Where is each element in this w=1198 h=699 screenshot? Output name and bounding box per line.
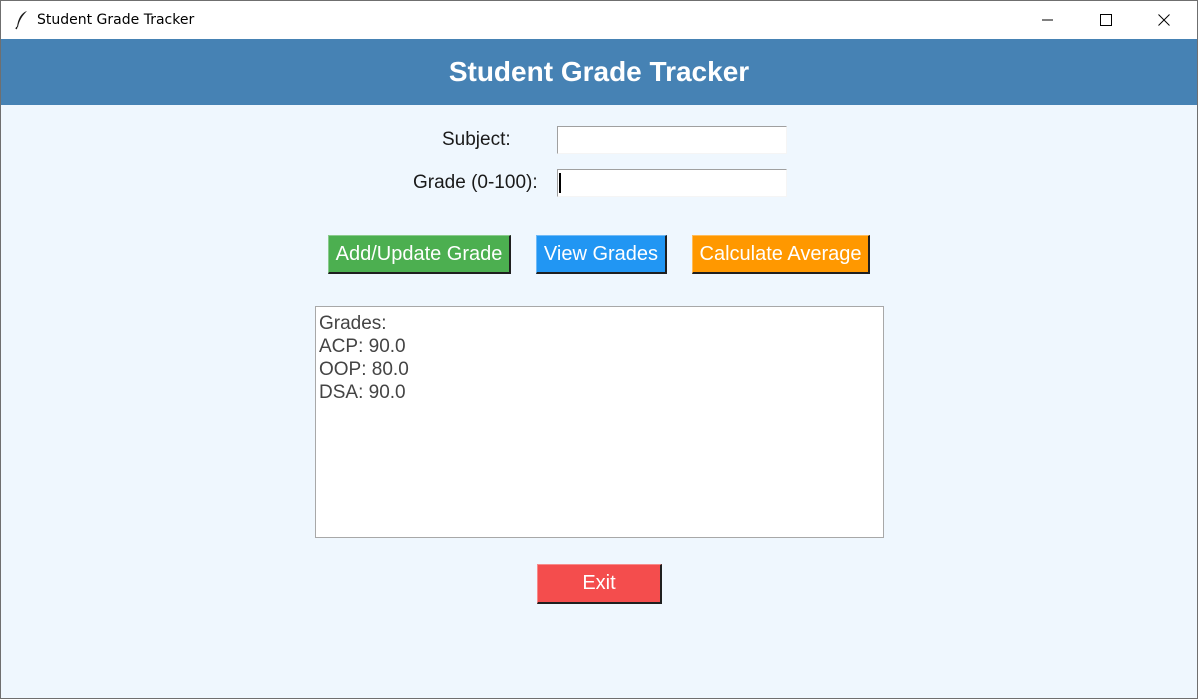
grade-label: Grade (0-100): [413, 172, 538, 193]
maximize-icon [1100, 14, 1112, 26]
exit-button[interactable]: Exit [537, 564, 662, 604]
text-cursor [559, 173, 561, 193]
minimize-button[interactable] [1019, 1, 1077, 39]
output-line: DSA: 90.0 [319, 382, 406, 403]
grades-output-textbox[interactable]: Grades: ACP: 90.0 OOP: 80.0 DSA: 90.0 [315, 306, 884, 538]
title-bar[interactable]: Student Grade Tracker [1, 1, 1197, 39]
add-update-grade-button[interactable]: Add/Update Grade [328, 235, 511, 274]
subject-input[interactable] [557, 126, 787, 154]
minimize-icon [1042, 14, 1054, 26]
close-button[interactable] [1135, 1, 1193, 39]
output-line: OOP: 80.0 [319, 359, 409, 380]
maximize-button[interactable] [1077, 1, 1135, 39]
header-banner: Student Grade Tracker [1, 39, 1197, 105]
subject-label: Subject: [442, 129, 511, 150]
page-title: Student Grade Tracker [448, 56, 750, 87]
calculate-average-button[interactable]: Calculate Average [692, 235, 870, 274]
view-grades-button[interactable]: View Grades [536, 235, 667, 274]
grade-input[interactable] [557, 169, 787, 197]
app-window: Student Grade Tracker Student Grade Trac… [0, 0, 1198, 699]
output-line: ACP: 90.0 [319, 336, 406, 357]
window-title: Student Grade Tracker [37, 12, 195, 28]
close-icon [1158, 14, 1170, 26]
feather-icon [15, 10, 29, 30]
output-line: Grades: [319, 313, 387, 334]
